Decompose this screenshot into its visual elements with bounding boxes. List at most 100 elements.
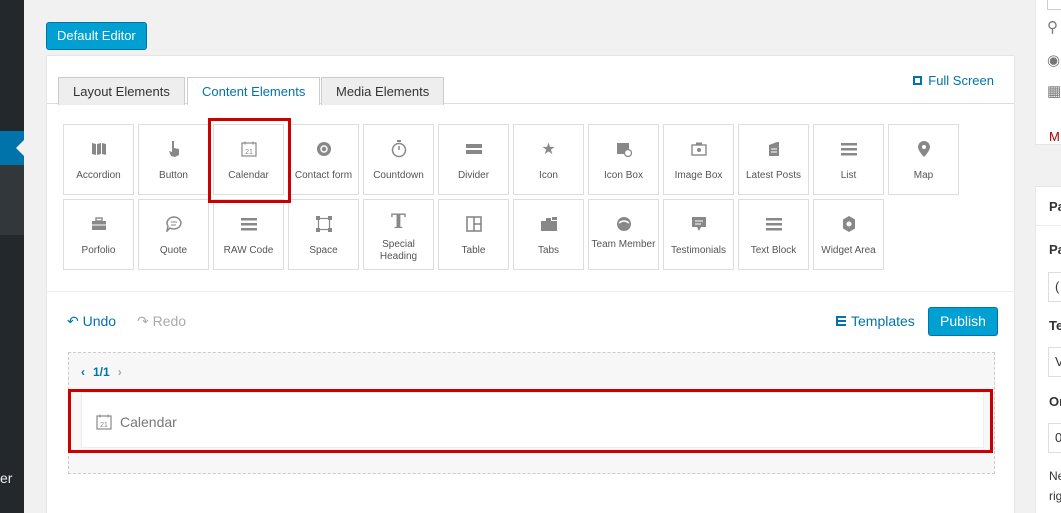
help-text-line2: rig (1049, 489, 1061, 503)
tab-layout-elements[interactable]: Layout Elements (58, 77, 185, 105)
element-countdown[interactable]: Countdown (363, 124, 434, 195)
element-latest-posts[interactable]: Latest Posts (738, 124, 809, 195)
templates-icon (836, 316, 846, 326)
element-list[interactable]: List (813, 124, 884, 195)
chevron-left-icon[interactable]: ‹ (81, 365, 85, 379)
text-block-icon (739, 214, 808, 234)
tab-media-elements[interactable]: Media Elements (321, 77, 445, 105)
element-icon[interactable]: ★ Icon (513, 124, 584, 195)
element-portfolio[interactable]: Porfolio (63, 199, 134, 270)
full-screen-button[interactable]: Full Screen (913, 73, 994, 88)
element-label: Accordion (76, 170, 121, 181)
element-label: Text Block (750, 245, 797, 256)
page-indicator: 1/1 (93, 365, 110, 379)
move-to-trash-link[interactable]: M (1049, 129, 1060, 144)
divider (1036, 225, 1061, 226)
element-label: Tabs (537, 245, 560, 256)
page-attributes-title: Pa (1049, 199, 1061, 214)
element-map[interactable]: Map (888, 124, 959, 195)
element-label: Map (913, 170, 934, 181)
table-icon (439, 214, 508, 234)
publish-meta-box: ⚲ ◉ ▦ M (1035, 0, 1061, 145)
briefcase-icon (64, 214, 133, 234)
star-icon: ★ (541, 141, 556, 158)
element-label: Quote (159, 245, 188, 256)
template-select[interactable]: V (1048, 347, 1061, 377)
element-table[interactable]: Table (438, 199, 509, 270)
element-label: Contact form (294, 170, 353, 181)
stopwatch-icon (364, 139, 433, 159)
icon-box-icon (589, 139, 658, 159)
heading-icon: T (391, 209, 406, 233)
pin-icon: ⚲ (1047, 19, 1058, 36)
admin-menu-active-item[interactable] (0, 131, 24, 165)
undo-icon: ↶ (67, 313, 79, 329)
at-icon (289, 139, 358, 159)
element-quote[interactable]: Quote (138, 199, 209, 270)
highlight-calendar-block (68, 389, 993, 453)
element-button[interactable]: Button (138, 124, 209, 195)
highlight-calendar-element (208, 118, 291, 203)
admin-sidebar: er (0, 0, 24, 513)
tab-content-elements[interactable]: Content Elements (187, 77, 321, 105)
redo-icon: ↷ (137, 313, 149, 329)
element-image-box[interactable]: Image Box (663, 124, 734, 195)
quote-icon (139, 214, 208, 234)
element-testimonials[interactable]: Testimonials (663, 199, 734, 270)
raw-code-icon (214, 214, 283, 234)
element-label: Space (309, 245, 338, 256)
tabs-icon (514, 214, 583, 234)
help-text-line1: Ne (1049, 469, 1061, 483)
templates-label: Templates (851, 313, 915, 329)
element-icon-box[interactable]: Icon Box (588, 124, 659, 195)
element-label: Testimonials (670, 245, 727, 256)
element-divider[interactable]: Divider (438, 124, 509, 195)
element-label: RAW Code (223, 245, 274, 256)
element-label: Team Member (591, 239, 656, 250)
element-special-heading[interactable]: T Special Heading (363, 199, 434, 270)
publish-button[interactable]: Publish (928, 307, 998, 336)
divider-icon (439, 139, 508, 159)
posts-icon (739, 139, 808, 159)
parent-label: Pa (1049, 242, 1061, 257)
templates-button[interactable]: Templates (836, 313, 915, 329)
list-icon (814, 139, 883, 159)
undo-button[interactable]: ↶ Undo (67, 313, 116, 330)
element-label: Button (159, 170, 188, 181)
redo-button[interactable]: ↷ Redo (137, 313, 186, 330)
element-accordion[interactable]: Accordion (63, 124, 134, 195)
element-label: Latest Posts (745, 170, 802, 181)
meta-field (1047, 0, 1061, 10)
eye-icon: ◉ (1047, 52, 1061, 69)
element-text-block[interactable]: Text Block (738, 199, 809, 270)
map-pin-icon (889, 139, 958, 159)
element-contact-form[interactable]: Contact form (288, 124, 359, 195)
default-editor-button[interactable]: Default Editor (46, 22, 147, 50)
admin-menu-item-label[interactable]: er (0, 470, 12, 486)
full-screen-label: Full Screen (928, 73, 994, 88)
element-label: Widget Area (821, 245, 876, 256)
admin-submenu (0, 165, 24, 235)
element-tabs[interactable]: Tabs (513, 199, 584, 270)
element-label: List (840, 170, 857, 181)
chevron-right-icon[interactable]: › (118, 365, 122, 379)
element-label: Countdown (373, 170, 424, 181)
element-raw-code[interactable]: RAW Code (213, 199, 284, 270)
element-label: Table (461, 245, 486, 256)
team-member-icon (589, 214, 658, 234)
element-widget-area[interactable]: Widget Area (813, 199, 884, 270)
calendar-meta-icon: ▦ (1047, 83, 1061, 100)
element-label: Porfolio (81, 245, 116, 256)
fullscreen-icon (913, 76, 923, 85)
order-input[interactable]: 0 (1048, 423, 1061, 453)
testimonials-icon (664, 214, 733, 234)
element-space[interactable]: Space (288, 199, 359, 270)
page-attributes-box: Pa Pa ( Te V Or 0 Ne rig (1035, 186, 1061, 513)
element-team-member[interactable]: Team Member (588, 199, 659, 270)
image-box-icon (664, 139, 733, 159)
pointer-icon (139, 139, 208, 159)
space-icon (289, 214, 358, 234)
element-label: Icon Box (604, 170, 643, 181)
parent-select[interactable]: ( (1048, 272, 1061, 302)
right-sidebar: ⚲ ◉ ▦ M Pa Pa ( Te V Or 0 Ne rig (1035, 0, 1061, 513)
